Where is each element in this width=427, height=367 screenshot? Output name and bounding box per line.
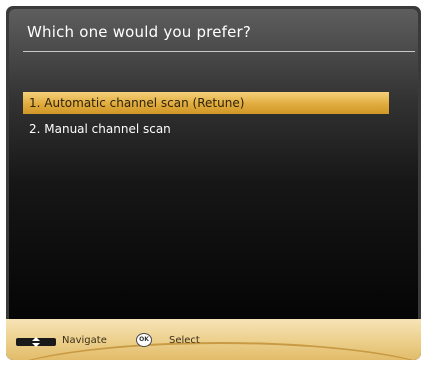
scan-choice-dialog: Which one would you prefer? 1. Automatic…	[9, 9, 418, 319]
ok-button-icon: OK	[136, 333, 152, 347]
dialog-title: Which one would you prefer?	[27, 23, 252, 41]
tv-menu-frame: Which one would you prefer? 1. Automatic…	[6, 6, 421, 360]
select-hint-label: Select	[169, 335, 200, 346]
up-down-navigate-icon	[16, 337, 56, 347]
navigate-hint-label: Navigate	[62, 335, 107, 346]
title-divider	[23, 51, 415, 52]
option-automatic-channel-scan[interactable]: 1. Automatic channel scan (Retune)	[23, 92, 389, 114]
option-manual-channel-scan[interactable]: 2. Manual channel scan	[23, 118, 389, 140]
footer-hint-bar: Navigate OK Select	[6, 319, 421, 360]
